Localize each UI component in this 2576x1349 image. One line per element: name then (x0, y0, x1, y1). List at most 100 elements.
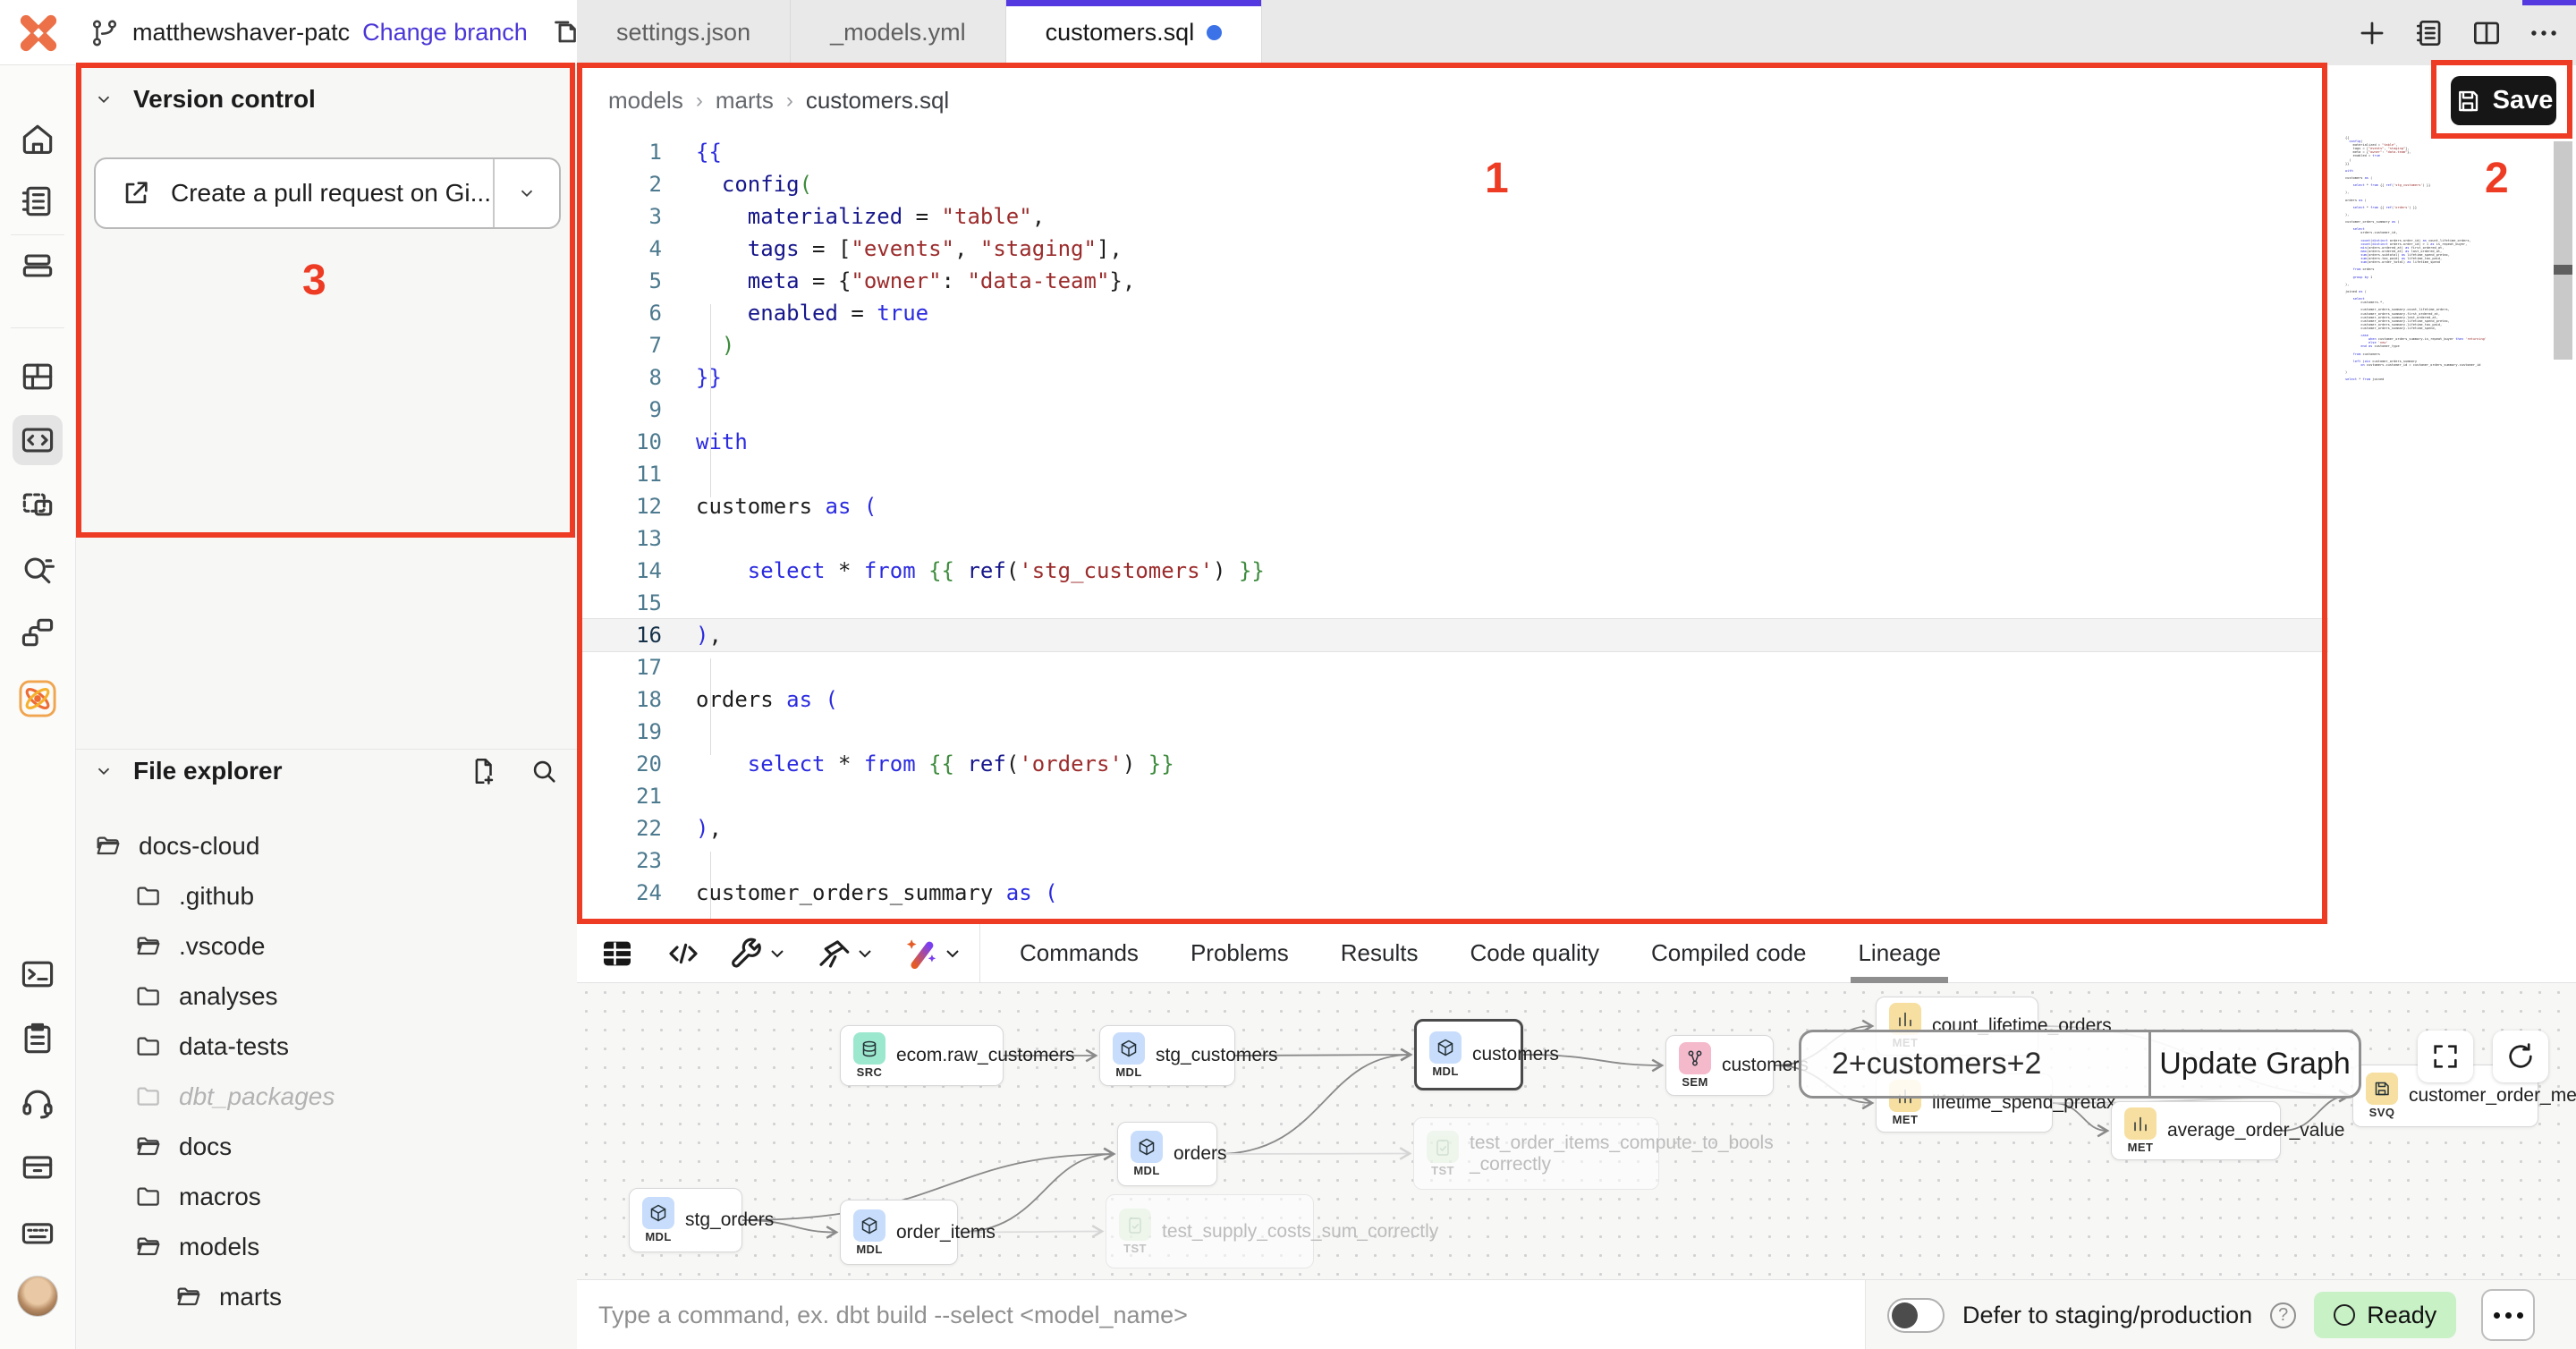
code-line-19[interactable]: 19 (577, 716, 2330, 748)
code-view-icon[interactable] (663, 933, 704, 974)
help-icon[interactable]: ? (2270, 1302, 2296, 1328)
tree-item-models[interactable]: models (134, 1222, 259, 1272)
code-line-13[interactable]: 13 (577, 522, 2330, 555)
code-line-22[interactable]: 22), (577, 812, 2330, 844)
new-file-icon[interactable] (468, 756, 498, 786)
tree-item-.github[interactable]: .github (134, 871, 254, 921)
chevron-down-icon[interactable] (767, 943, 790, 964)
terminal-icon[interactable] (18, 954, 57, 994)
lineage-canvas[interactable]: SRCecom.raw_customers MDLstg_customers MDL… (577, 983, 2576, 1279)
bottom-tab-code-quality[interactable]: Code quality (1470, 924, 1599, 983)
canvas-icon[interactable] (18, 485, 57, 524)
lineage-node-stg_orders[interactable]: MDLstg_orders (629, 1188, 742, 1252)
code-line-23[interactable]: 23 (577, 844, 2330, 877)
support-headset-icon[interactable] (18, 1083, 57, 1123)
code-line-20[interactable]: 20 select * from {{ ref('orders') }} (577, 748, 2330, 780)
tab-settings.json[interactable]: settings.json (577, 0, 791, 65)
new-tab-plus-icon[interactable] (2354, 15, 2390, 51)
build-wrench-icon[interactable] (725, 933, 767, 974)
dbt-logo-icon[interactable] (14, 9, 63, 57)
code-line-1[interactable]: 1{{ (577, 136, 2330, 168)
code-line-17[interactable]: 17 (577, 651, 2330, 683)
lineage-selector-input[interactable]: 2+customers+2 (1801, 1032, 2148, 1096)
code-line-3[interactable]: 3 materialized = "table", (577, 200, 2330, 233)
archive-drawer-icon[interactable] (18, 1147, 57, 1186)
defer-toggle[interactable] (1887, 1298, 1945, 1333)
lineage-node-ecom.raw_customers[interactable]: SRCecom.raw_customers (840, 1025, 1004, 1086)
orchestration-icon[interactable] (18, 613, 57, 652)
code-editor[interactable]: models›marts›customers.sql 1{{2 config(3… (577, 65, 2576, 924)
tree-item-docs-cloud[interactable]: docs-cloud (94, 821, 259, 871)
code-line-10[interactable]: 10with (577, 426, 2330, 458)
bottom-tab-compiled-code[interactable]: Compiled code (1651, 924, 1806, 983)
change-branch-link[interactable]: Change branch (362, 19, 528, 47)
changelog-icon[interactable] (2411, 15, 2447, 51)
code-line-16[interactable]: 16), (577, 619, 2330, 651)
copilot-atom-icon[interactable] (18, 679, 57, 718)
breadcrumb-segment[interactable]: customers.sql (806, 87, 949, 115)
fullscreen-icon[interactable] (2418, 1031, 2473, 1082)
chevron-down-icon[interactable] (942, 943, 965, 964)
ai-assist-icon[interactable] (901, 933, 942, 974)
tree-item-data-tests[interactable]: data-tests (134, 1022, 289, 1072)
breadcrumb-segment[interactable]: marts (716, 87, 774, 115)
bottom-tab-commands[interactable]: Commands (1020, 924, 1139, 983)
tree-item-dbt_packages[interactable]: dbt_packages (134, 1072, 335, 1122)
code-line-2[interactable]: 2 config( (577, 168, 2330, 200)
pr-dropdown-caret[interactable] (495, 183, 559, 203)
refresh-icon[interactable] (2493, 1031, 2548, 1082)
tree-item-macros[interactable]: macros (134, 1172, 261, 1222)
search-files-icon[interactable] (529, 756, 559, 786)
tree-item-docs[interactable]: docs (134, 1122, 232, 1172)
tree-item-marts[interactable]: marts (174, 1272, 282, 1322)
tab-customers.sql[interactable]: customers.sql (1006, 0, 1263, 65)
more-actions-button[interactable] (2481, 1289, 2535, 1341)
tree-item-analyses[interactable]: analyses (134, 971, 278, 1022)
lineage-node-customers[interactable]: MDLcustomers (1414, 1019, 1523, 1090)
code-line-8[interactable]: 8}} (577, 361, 2330, 394)
file-explorer-header[interactable]: File explorer (94, 757, 283, 785)
code-line-5[interactable]: 5 meta = {"owner": "data-team"}, (577, 265, 2330, 297)
code-line-11[interactable]: 11 (577, 458, 2330, 490)
code-line-9[interactable]: 9 (577, 394, 2330, 426)
code-line-18[interactable]: 18orders as ( (577, 683, 2330, 716)
lineage-node-customers[interactable]: SEMcustomers (1665, 1035, 1774, 1096)
more-menu-icon[interactable] (2526, 15, 2562, 51)
code-line-7[interactable]: 7 ) (577, 329, 2330, 361)
editor-minimap[interactable]: {{ config( materialized = "table", tags … (2345, 136, 2497, 381)
code-line-12[interactable]: 12customers as ( (577, 490, 2330, 522)
update-graph-button[interactable]: Update Graph (2151, 1032, 2359, 1096)
code-line-6[interactable]: 6 enabled = true (577, 297, 2330, 329)
code-line-15[interactable]: 15 (577, 587, 2330, 619)
code-line-14[interactable]: 14 select * from {{ ref('stg_customers')… (577, 555, 2330, 587)
format-broom-icon[interactable] (813, 933, 854, 974)
lineage-node-test_supply_costs_sum_correctly[interactable]: TSTtest_supply_costs_sum_correctly (1106, 1194, 1314, 1268)
version-control-header[interactable]: Version control (94, 85, 316, 114)
chevron-down-icon[interactable] (854, 943, 877, 964)
bottom-tab-problems[interactable]: Problems (1191, 924, 1289, 983)
bottom-tab-lineage[interactable]: Lineage (1858, 924, 1941, 983)
home-icon[interactable] (18, 119, 57, 158)
lineage-node-test_order_items_compute_to_bools[interactable]: TSTtest_order_items_compute_to_bools_cor… (1413, 1117, 1659, 1190)
tab-_models.yml[interactable]: _models.yml (791, 0, 1006, 65)
editor-scrollbar[interactable] (2554, 141, 2572, 360)
query-analysis-icon[interactable] (18, 549, 57, 589)
notebook-icon[interactable] (18, 182, 57, 221)
lineage-node-average_order_value[interactable]: METaverage_order_value (2111, 1101, 2281, 1160)
preview-table-icon[interactable] (597, 933, 638, 974)
lineage-node-order_items[interactable]: MDLorder_items (840, 1200, 958, 1265)
code-line-21[interactable]: 21 (577, 780, 2330, 812)
dashboards-icon[interactable] (18, 357, 57, 396)
lineage-node-orders[interactable]: MDLorders (1117, 1122, 1217, 1186)
user-avatar[interactable] (17, 1276, 58, 1317)
split-pane-icon[interactable] (2469, 15, 2504, 51)
code-line-4[interactable]: 4 tags = ["events", "staging"], (577, 233, 2330, 265)
bottom-tab-results[interactable]: Results (1341, 924, 1419, 983)
create-pr-button[interactable]: Create a pull request on Gi... (94, 157, 561, 229)
tree-item-.vscode[interactable]: .vscode (134, 921, 266, 971)
logs-clipboard-icon[interactable] (18, 1019, 57, 1058)
jobs-tray-icon[interactable] (18, 246, 57, 285)
lineage-node-stg_customers[interactable]: MDLstg_customers (1099, 1025, 1235, 1086)
save-button[interactable]: Save (2451, 76, 2556, 125)
breadcrumb-segment[interactable]: models (608, 87, 683, 115)
